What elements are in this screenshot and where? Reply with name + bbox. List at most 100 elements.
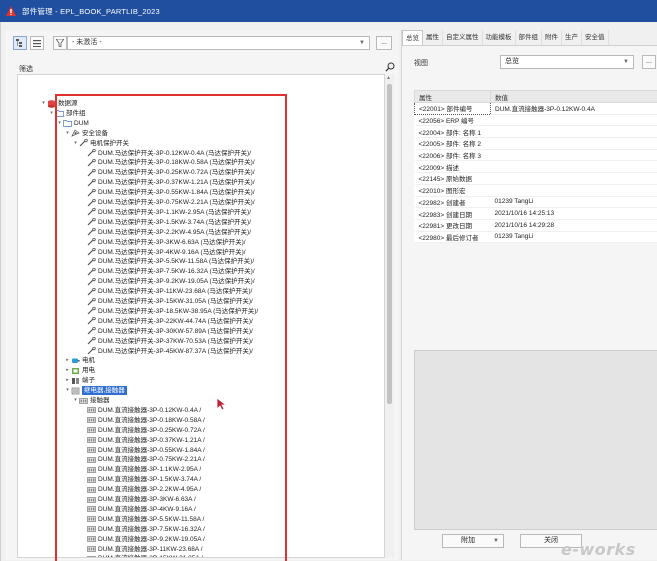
expand-icon[interactable]: ▸: [64, 366, 71, 375]
property-value[interactable]: [490, 184, 657, 197]
collapse-icon[interactable]: ▾: [72, 139, 79, 148]
collapse-icon[interactable]: ▾: [40, 99, 47, 108]
tree-item-contactor[interactable]: DUM.直流接触器-3P-3KW-6.63A /: [80, 495, 196, 504]
search-icon[interactable]: [385, 62, 395, 72]
collapse-icon[interactable]: ▾: [64, 386, 71, 395]
property-row[interactable]: <22005> 部件: 名称 2: [414, 137, 657, 150]
scrollbar-thumb[interactable]: [387, 84, 392, 404]
collapse-icon[interactable]: ▾: [56, 119, 63, 128]
tab-2[interactable]: 自定义属性: [443, 30, 483, 45]
tree-node-contactor[interactable]: ▾ 接触器: [72, 396, 109, 405]
property-row[interactable]: <22009> 描述: [414, 160, 657, 174]
tree-scrollbar[interactable]: ▲: [385, 74, 394, 558]
tree-node-safety-devices[interactable]: ▾ 安全设备: [64, 129, 108, 138]
tree-item-motor-protection[interactable]: DUM.马达保护开关-3P-0.25KW-0.72A (马达保护开关)/: [80, 168, 255, 177]
tree-node-parts-group[interactable]: ▾ 部件组: [48, 109, 86, 118]
tree-node-data-source[interactable]: ▾ 数据源: [40, 99, 78, 108]
view-select[interactable]: 总览 ▼: [500, 55, 634, 69]
tree-item-motor-protection[interactable]: DUM.马达保护开关-3P-0.12KW-0.4A (马达保护开关)/: [80, 148, 251, 158]
tree-item-contactor[interactable]: DUM.直流接触器-3P-5.5KW-11.58A /: [80, 515, 204, 524]
tree-item-motor-protection[interactable]: DUM.马达保护开关-3P-3KW-6.63A (马达保护开关)/: [80, 237, 246, 247]
tab-1[interactable]: 属性: [423, 30, 443, 45]
tree-item-motor-protection[interactable]: DUM.马达保护开关-3P-4KW-9.16A (马达保护开关)/: [80, 247, 246, 257]
property-value[interactable]: 2021/10/16 14:25:13: [490, 207, 657, 220]
tree-item-contactor[interactable]: DUM.直流接触器-3P-0.12KW-0.4A /: [80, 406, 201, 415]
tree-item-motor-protection[interactable]: DUM.马达保护开关-3P-7.5KW-16.32A (马达保护开关)/: [80, 267, 255, 276]
tree-item-motor-protection[interactable]: DUM.马达保护开关-3P-9.2KW-19.05A (马达保护开关)/: [80, 277, 255, 286]
tab-6[interactable]: 生产: [562, 30, 582, 45]
tree-item-contactor[interactable]: DUM.直流接触器-3P-11KW-23.68A /: [80, 545, 203, 554]
tree-item-contactor[interactable]: DUM.直流接触器-3P-0.55KW-1.84A /: [80, 446, 205, 455]
scroll-up-icon[interactable]: ▲: [386, 75, 391, 81]
tree-item-motor-protection[interactable]: DUM.马达保护开关-3P-0.37KW-1.21A (马达保护开关)/: [80, 178, 255, 187]
parts-tree[interactable]: ▾ 数据源 ▾ 部件组 ▾ DUM ▾ 安全设备 ▾ 电机保护开关 DUM.马达保护开关-3P-0.…: [17, 74, 385, 558]
tree-item-contactor[interactable]: DUM.直流接触器-3P-0.75KW-2.21A /: [80, 455, 205, 464]
property-value[interactable]: DUM.直流接触器-3P-0.12KW-0.4A: [490, 102, 657, 115]
tree-item-motor-protection[interactable]: DUM.马达保护开关-3P-1.1KW-2.95A (马达保护开关)/: [80, 208, 251, 217]
tab-7[interactable]: 安全值: [582, 30, 609, 45]
tree-item-contactor[interactable]: DUM.直流接触器-3P-1.1KW-2.95A /: [80, 465, 201, 474]
tree-node-consumer[interactable]: ▸ 用电: [64, 366, 95, 375]
tree-item-motor-protection[interactable]: DUM.马达保护开关-3P-5.5KW-11.58A (马达保护开关)/: [80, 257, 254, 266]
property-row[interactable]: <22006> 部件: 名称 3: [414, 149, 657, 162]
property-row[interactable]: <22981> 更改日期 2021/10/16 14:29:28: [414, 219, 657, 232]
tree-item-contactor[interactable]: DUM.直流接触器-3P-2.2KW-4.95A /: [80, 485, 201, 494]
property-value[interactable]: 01239 TangLi: [490, 231, 657, 244]
view-more-button[interactable]: ...: [642, 55, 656, 69]
tree-item-motor-protection[interactable]: DUM.马达保护开关-3P-0.75KW-2.21A (马达保护开关)/: [80, 198, 255, 207]
tab-5[interactable]: 附件: [542, 30, 562, 45]
property-row[interactable]: <22001> 部件编号 DUM.直流接触器-3P-0.12KW-0.4A: [414, 102, 657, 115]
header-value[interactable]: 数值: [490, 90, 657, 103]
property-row[interactable]: <22982> 创建者 01239 TangLi: [414, 196, 657, 209]
tree-node-motor[interactable]: ▸ 电机: [64, 356, 95, 365]
expand-icon[interactable]: ▸: [64, 356, 71, 365]
property-row[interactable]: <22004> 部件: 名称 1: [414, 125, 657, 139]
tree-item-motor-protection[interactable]: DUM.马达保护开关-3P-22KW-44.74A (马达保护开关)/: [80, 317, 253, 326]
property-row[interactable]: <22145> 原始数据: [414, 172, 657, 185]
tree-item-motor-protection[interactable]: DUM.马达保护开关-3P-18.5KW-38.95A (马达保护开关)/: [80, 307, 258, 316]
tree-node-terminal[interactable]: ▸ 端子: [64, 376, 95, 385]
tree-item-motor-protection[interactable]: DUM.马达保护开关-3P-1.5KW-3.74A (马达保护开关)/: [80, 218, 251, 227]
tree-node-motor-protection[interactable]: ▾ 电机保护开关: [72, 138, 129, 148]
tree-view-button[interactable]: [13, 36, 27, 50]
collapse-icon[interactable]: ▾: [72, 396, 79, 405]
property-value[interactable]: [490, 149, 657, 162]
tree-node-dum[interactable]: ▾ DUM: [56, 119, 89, 128]
tab-3[interactable]: 功能模板: [483, 30, 516, 45]
tree-node-relay-contactor[interactable]: ▾ 继电器,接触器: [64, 386, 127, 396]
property-row[interactable]: <22983> 创建日期 2021/10/16 14:25:13: [414, 207, 657, 220]
tree-item-motor-protection[interactable]: DUM.马达保护开关-3P-2.2KW-4.95A (马达保护开关)/: [80, 227, 251, 237]
filter-more-button[interactable]: ...: [376, 36, 392, 50]
property-value[interactable]: [490, 160, 657, 174]
tree-item-motor-protection[interactable]: DUM.马达保护开关-3P-37KW-70.53A (马达保护开关)/: [80, 336, 253, 346]
tree-item-contactor[interactable]: DUM.直流接触器-3P-9.2KW-19.05A /: [80, 535, 205, 544]
tree-item-contactor[interactable]: DUM.直流接触器-3P-0.18KW-0.58A /: [80, 416, 205, 425]
collapse-icon[interactable]: ▾: [48, 109, 55, 118]
property-value[interactable]: [490, 114, 657, 127]
property-value[interactable]: [490, 137, 657, 150]
tree-item-motor-protection[interactable]: DUM.马达保护开关-3P-15KW-31.05A (马达保护开关)/: [80, 297, 253, 306]
tree-item-contactor[interactable]: DUM.直流接触器-3P-0.37KW-1.21A /: [80, 436, 205, 445]
header-attribute[interactable]: 属性: [414, 90, 491, 103]
tree-item-motor-protection[interactable]: DUM.马达保护开关-3P-0.55KW-1.84A (马达保护开关)/: [80, 188, 255, 197]
property-row[interactable]: <22980> 最后修订者 01239 TangLi: [414, 231, 657, 244]
tree-item-contactor[interactable]: DUM.直流接触器-3P-15KW-31.05A /: [80, 554, 203, 557]
tree-item-contactor[interactable]: DUM.直流接触器-3P-0.25KW-0.72A /: [80, 426, 205, 435]
tab-0[interactable]: 总览: [402, 30, 423, 45]
list-view-button[interactable]: [30, 36, 44, 50]
tree-item-contactor[interactable]: DUM.直流接触器-3P-4KW-9.16A /: [80, 505, 196, 514]
tab-4[interactable]: 部件组: [516, 30, 542, 45]
filter-select[interactable]: - 未激活 - ▼: [67, 36, 370, 50]
property-row[interactable]: <22056> ERP 编号: [414, 114, 657, 127]
tree-item-contactor[interactable]: DUM.直流接触器-3P-1.5KW-3.74A /: [80, 475, 201, 484]
property-value[interactable]: [490, 172, 657, 185]
tree-item-motor-protection[interactable]: DUM.马达保护开关-3P-30KW-57.89A (马达保护开关)/: [80, 326, 253, 336]
tree-item-motor-protection[interactable]: DUM.马达保护开关-3P-45KW-87.37A (马达保护开关)/: [80, 346, 253, 356]
expand-icon[interactable]: ▸: [64, 376, 71, 385]
tree-item-motor-protection[interactable]: DUM.马达保护开关-3P-11KW-23.68A (马达保护开关)/: [80, 287, 252, 296]
add-button[interactable]: 附加 ▼: [442, 534, 504, 548]
property-value[interactable]: [490, 125, 657, 139]
collapse-icon[interactable]: ▾: [64, 129, 71, 138]
property-row[interactable]: <22010> 图形宏: [414, 184, 657, 197]
filter-button[interactable]: [53, 36, 67, 50]
